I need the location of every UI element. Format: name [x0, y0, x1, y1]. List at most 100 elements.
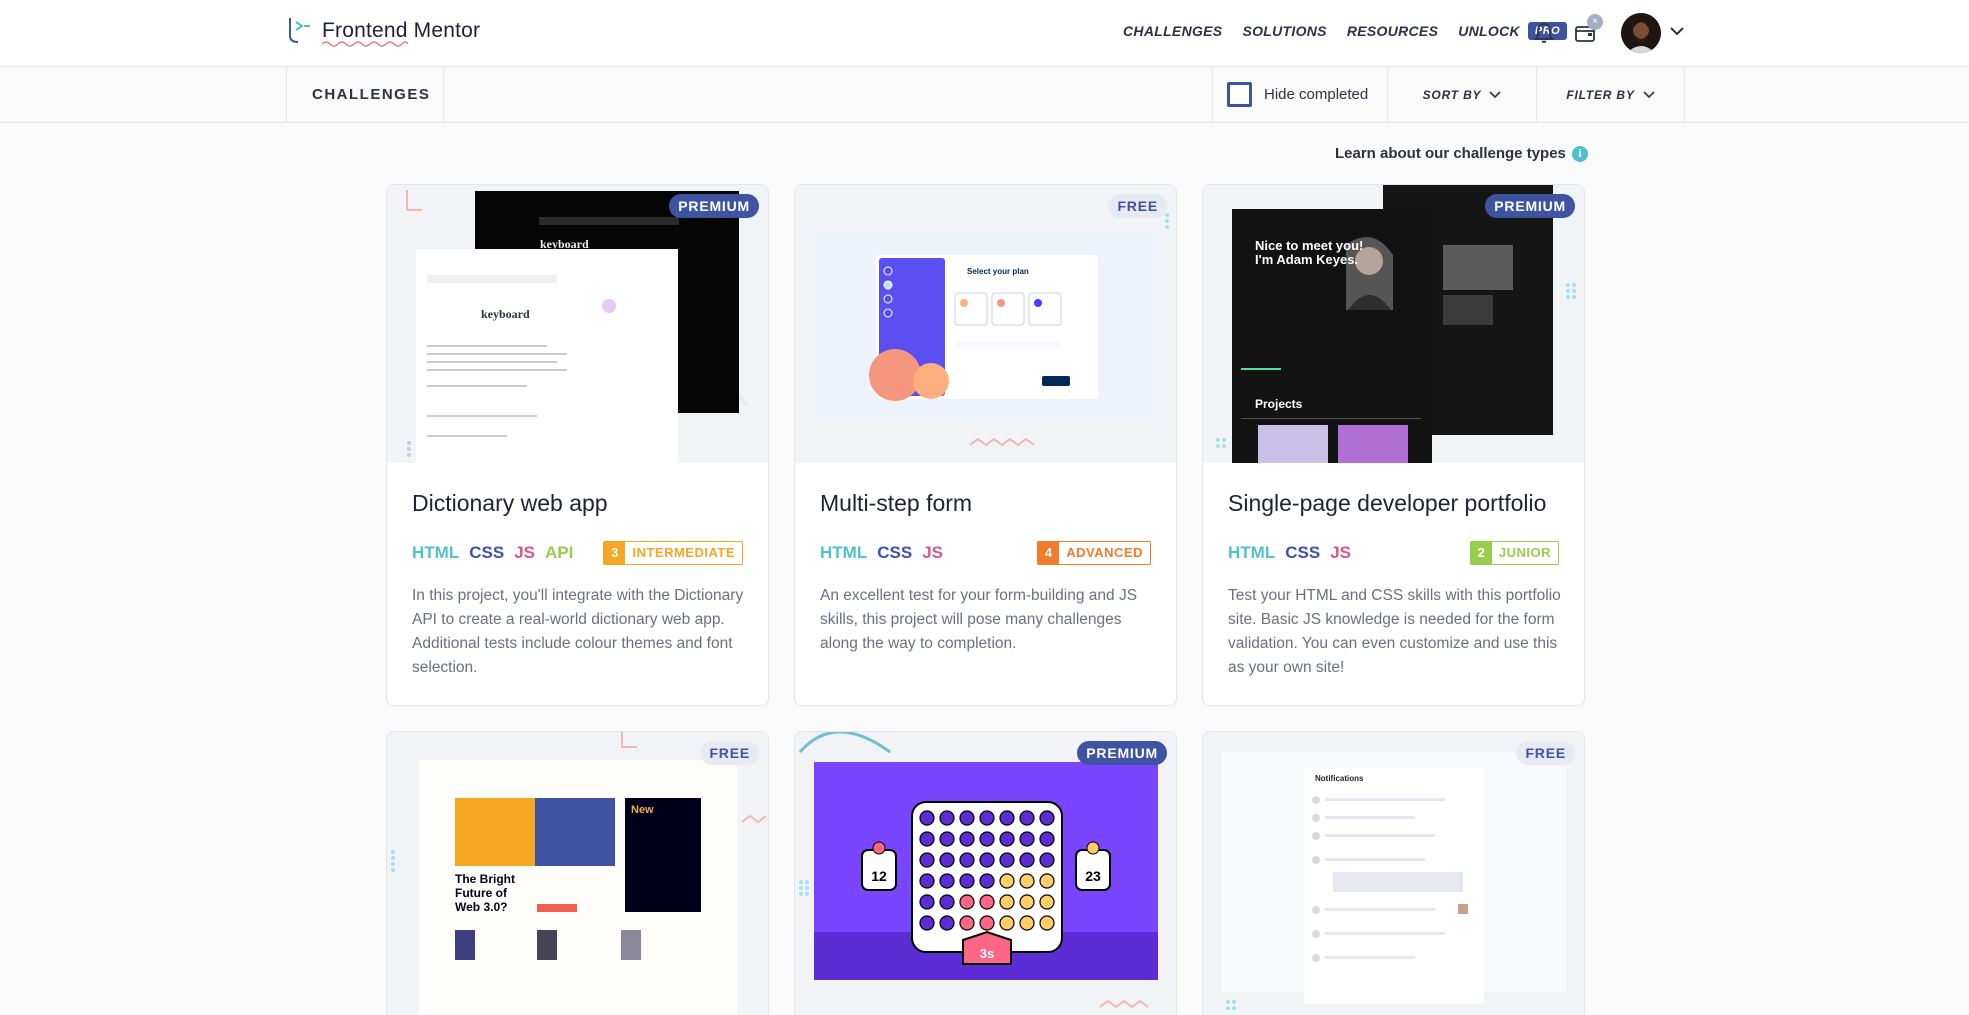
- notifications-preview-illustration: [1203, 732, 1584, 1015]
- filter-bar: CHALLENGES Hide completed SORT BY FILTER…: [0, 67, 1969, 123]
- multi-step-form-preview-illustration: [795, 185, 1176, 463]
- challenge-card[interactable]: Nice to meet you! I'm Adam Keyes. Projec…: [1202, 184, 1585, 706]
- board-hole: [959, 852, 975, 868]
- nav-unlock[interactable]: UNLOCK: [1458, 23, 1520, 39]
- preview-word: keyboard: [481, 307, 530, 321]
- dictionary-preview-illustration: keyboard: [387, 185, 768, 463]
- learn-challenge-types-link[interactable]: Learn about our challenge types i: [1335, 145, 1588, 162]
- tag-css: CSS: [1285, 543, 1321, 562]
- card-preview-image: [1203, 732, 1584, 1015]
- challenge-card[interactable]: Notifications FREE: [1202, 731, 1585, 1015]
- bell-icon[interactable]: [1534, 22, 1554, 49]
- card-preview-image: [795, 185, 1176, 463]
- board-hole: [1039, 831, 1055, 847]
- logo[interactable]: Frontend Mentor: [286, 16, 480, 47]
- preview-heading: The Bright Future of Web 3.0?: [455, 872, 515, 914]
- free-badge: FREE: [1108, 194, 1167, 218]
- top-navigation: Frontend Mentor CHALLENGES SOLUTIONS RES…: [0, 0, 1969, 67]
- board-hole: [919, 894, 935, 910]
- board-hole: [1039, 810, 1055, 826]
- difficulty-number: 3: [604, 542, 626, 564]
- card-preview-image: keyboard: [387, 185, 768, 463]
- tech-tags: HTML CSS JS: [1228, 543, 1361, 563]
- tag-api: API: [544, 543, 574, 562]
- filter-by-dropdown[interactable]: FILTER BY: [1536, 67, 1685, 122]
- board-hole: [979, 852, 995, 868]
- free-badge: FREE: [1516, 741, 1575, 765]
- board-hole: [979, 810, 995, 826]
- tag-html: HTML: [1228, 543, 1276, 562]
- chevron-down-icon[interactable]: [1669, 24, 1685, 42]
- hide-completed-checkbox[interactable]: [1227, 82, 1252, 107]
- board-hole: [1019, 852, 1035, 868]
- sort-by-label: SORT BY: [1422, 87, 1482, 102]
- difficulty-badge: 3 INTERMEDIATE: [603, 541, 743, 565]
- board-hole: [1019, 810, 1035, 826]
- board-hole: [979, 915, 995, 931]
- board-hole: [979, 894, 995, 910]
- wallet-notification-badge: ×: [1587, 14, 1603, 30]
- challenge-card[interactable]: The Bright Future of Web 3.0? New FREE: [386, 731, 769, 1015]
- board-hole: [999, 894, 1015, 910]
- difficulty-name: JUNIOR: [1498, 545, 1551, 560]
- board-hole: [1019, 873, 1035, 889]
- turn-timer: 3s: [979, 946, 995, 961]
- card-title[interactable]: Dictionary web app: [412, 490, 608, 517]
- board-hole: [1019, 894, 1035, 910]
- board-hole: [959, 831, 975, 847]
- page-title-cell: CHALLENGES: [286, 67, 444, 122]
- board-hole: [939, 831, 955, 847]
- chevron-down-icon: [1643, 90, 1655, 98]
- card-title[interactable]: Single-page developer portfolio: [1228, 490, 1546, 517]
- card-title[interactable]: Multi-step form: [820, 490, 972, 517]
- sort-by-dropdown[interactable]: SORT BY: [1387, 67, 1536, 122]
- filter-by-label: FILTER BY: [1566, 87, 1635, 102]
- chevron-down-icon: [1489, 90, 1501, 98]
- board-hole: [1039, 915, 1055, 931]
- tag-css: CSS: [469, 543, 505, 562]
- board-hole: [939, 915, 955, 931]
- board-hole: [1039, 873, 1055, 889]
- board-hole: [999, 915, 1015, 931]
- tech-tags: HTML CSS JS API: [412, 543, 583, 563]
- hide-completed-toggle[interactable]: Hide completed: [1212, 67, 1387, 122]
- avatar[interactable]: [1621, 13, 1661, 53]
- connect-four-preview-illustration: [795, 732, 1176, 1015]
- card-preview-image: [1203, 185, 1584, 463]
- tag-html: HTML: [412, 543, 460, 562]
- tag-html: HTML: [820, 543, 868, 562]
- board-hole: [1039, 894, 1055, 910]
- board-hole: [979, 873, 995, 889]
- info-icon: i: [1571, 145, 1588, 162]
- news-homepage-preview-illustration: [387, 732, 768, 1015]
- board-hole: [1039, 852, 1055, 868]
- preview-section: Projects: [1255, 397, 1303, 411]
- card-preview-image: [387, 732, 768, 1015]
- nav-resources[interactable]: RESOURCES: [1347, 23, 1438, 39]
- challenge-card[interactable]: 12 23 3s PREMIUM: [794, 731, 1177, 1015]
- difficulty-number: 4: [1038, 542, 1060, 564]
- board-hole: [959, 873, 975, 889]
- preview-side-title: New: [631, 804, 654, 816]
- challenge-card[interactable]: keyboard keyboard PREMIUM Dictionary web…: [386, 184, 769, 706]
- main-nav: CHALLENGES SOLUTIONS RESOURCES UNLOCK PR…: [1123, 22, 1568, 40]
- player-two-score: 23: [1085, 868, 1101, 884]
- difficulty-number: 2: [1470, 542, 1492, 564]
- board-hole: [939, 873, 955, 889]
- card-description: In this project, you'll integrate with t…: [412, 587, 744, 676]
- board-hole: [939, 810, 955, 826]
- board-hole: [939, 852, 955, 868]
- premium-badge: PREMIUM: [669, 194, 759, 218]
- board-hole: [1019, 915, 1035, 931]
- difficulty-badge: 4 ADVANCED: [1037, 541, 1151, 565]
- tag-js: JS: [922, 543, 943, 562]
- board-hole: [999, 810, 1015, 826]
- tag-js: JS: [1330, 543, 1351, 562]
- challenge-card[interactable]: Select your plan FREE Multi-step form HT…: [794, 184, 1177, 706]
- board-hole: [919, 873, 935, 889]
- board-hole: [959, 915, 975, 931]
- logo-underline: [322, 41, 408, 47]
- nav-challenges[interactable]: CHALLENGES: [1123, 23, 1222, 39]
- premium-badge: PREMIUM: [1077, 741, 1167, 765]
- nav-solutions[interactable]: SOLUTIONS: [1242, 23, 1326, 39]
